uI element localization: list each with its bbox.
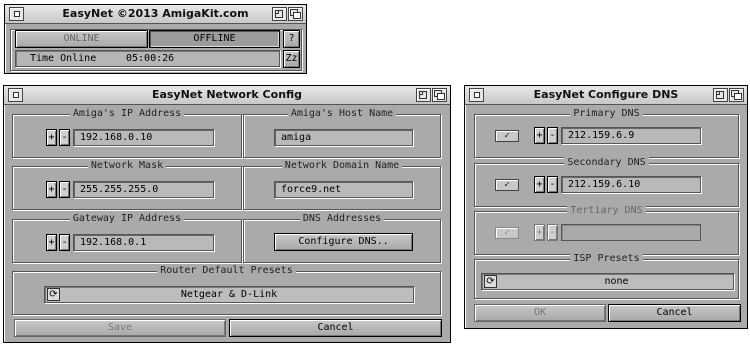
- cancel-button[interactable]: Cancel: [608, 304, 741, 322]
- window-title: EasyNet Configure DNS: [533, 88, 679, 101]
- primary-dns-checkbox[interactable]: ✓: [495, 130, 519, 142]
- host-name-input[interactable]: amiga: [274, 129, 413, 146]
- time-online-label: Time Online: [30, 53, 97, 64]
- primary-dns-label: Primary DNS: [570, 108, 643, 119]
- easynet-titlebar[interactable]: EasyNet ©2013 AmigaKit.com: [5, 5, 306, 24]
- depth-gadget-icon[interactable]: [432, 88, 447, 102]
- tertiary-dns-input[interactable]: [561, 224, 701, 241]
- primary-dns-decrement-button[interactable]: -: [547, 127, 558, 144]
- zoom-gadget-icon[interactable]: [272, 7, 287, 21]
- router-presets-label: Router Default Presets: [157, 265, 296, 276]
- cycle-icon: ⟳: [484, 275, 497, 288]
- sleep-button[interactable]: Zz: [283, 50, 300, 68]
- primary-dns-increment-button[interactable]: +: [534, 127, 545, 144]
- easynet-window: EasyNet ©2013 AmigaKit.com ONLINE OFFLIN…: [4, 4, 307, 74]
- netmask-label: Network Mask: [87, 160, 167, 171]
- isp-presets-label: ISP Presets: [570, 253, 643, 264]
- domain-input[interactable]: force9.net: [274, 181, 413, 198]
- configure-dns-titlebar[interactable]: EasyNet Configure DNS: [465, 86, 747, 105]
- help-button[interactable]: ?: [283, 30, 300, 48]
- window-title: EasyNet ©2013 AmigaKit.com: [62, 7, 249, 20]
- tertiary-dns-increment-button[interactable]: +: [534, 224, 545, 241]
- gateway-decrement-button[interactable]: -: [59, 234, 70, 251]
- depth-gadget-icon[interactable]: [729, 88, 744, 102]
- network-config-titlebar[interactable]: EasyNet Network Config: [4, 86, 450, 105]
- netmask-increment-button[interactable]: +: [46, 181, 57, 198]
- primary-dns-input[interactable]: 212.159.6.9: [561, 127, 701, 144]
- dns-addresses-label: DNS Addresses: [299, 213, 385, 224]
- router-presets-value: Netgear & D-Link: [180, 289, 278, 300]
- amiga-ip-decrement-button[interactable]: -: [59, 129, 70, 146]
- isp-presets-cycle[interactable]: ⟳ none: [481, 273, 734, 290]
- time-online-value: 05:00:26: [126, 53, 175, 64]
- time-online-readout: Time Online 05:00:26: [15, 50, 280, 67]
- window-title: EasyNet Network Config: [151, 88, 303, 101]
- netmask-input[interactable]: 255.255.255.0: [73, 181, 214, 198]
- tertiary-dns-label: Tertiary DNS: [567, 205, 646, 216]
- amiga-ip-increment-button[interactable]: +: [46, 129, 57, 146]
- configure-dns-button[interactable]: Configure DNS..: [274, 233, 413, 251]
- isp-presets-value: none: [604, 276, 629, 287]
- gateway-label: Gateway IP Address: [69, 213, 185, 224]
- secondary-dns-input[interactable]: 212.159.6.10: [561, 176, 701, 193]
- amiga-ip-input[interactable]: 192.168.0.10: [73, 129, 214, 146]
- secondary-dns-increment-button[interactable]: +: [534, 176, 545, 193]
- domain-label: Network Domain Name: [281, 160, 403, 171]
- host-name-label: Amiga's Host Name: [287, 108, 397, 119]
- online-button[interactable]: ONLINE: [15, 30, 148, 48]
- network-config-window: EasyNet Network Config Amiga's IP Addres…: [3, 85, 451, 343]
- tertiary-dns-decrement-button[interactable]: -: [547, 224, 558, 241]
- secondary-dns-checkbox[interactable]: ✓: [495, 179, 519, 191]
- zoom-gadget-icon[interactable]: [416, 88, 431, 102]
- save-button[interactable]: Save: [14, 319, 226, 337]
- netmask-decrement-button[interactable]: -: [59, 181, 70, 198]
- depth-gadget-icon[interactable]: [288, 7, 303, 21]
- secondary-dns-label: Secondary DNS: [564, 157, 649, 168]
- zoom-gadget-icon[interactable]: [713, 88, 728, 102]
- secondary-dns-decrement-button[interactable]: -: [547, 176, 558, 193]
- configure-dns-window: EasyNet Configure DNS Primary DNS ✓ + - …: [464, 85, 748, 329]
- amiga-ip-label: Amiga's IP Address: [69, 108, 185, 119]
- gateway-input[interactable]: 192.168.0.1: [73, 234, 214, 251]
- router-presets-cycle[interactable]: ⟳ Netgear & D-Link: [44, 286, 414, 303]
- tertiary-dns-checkbox[interactable]: ✓: [495, 227, 519, 239]
- cancel-button[interactable]: Cancel: [229, 319, 442, 337]
- gateway-increment-button[interactable]: +: [46, 234, 57, 251]
- ok-button[interactable]: OK: [474, 304, 606, 322]
- offline-button[interactable]: OFFLINE: [149, 30, 280, 48]
